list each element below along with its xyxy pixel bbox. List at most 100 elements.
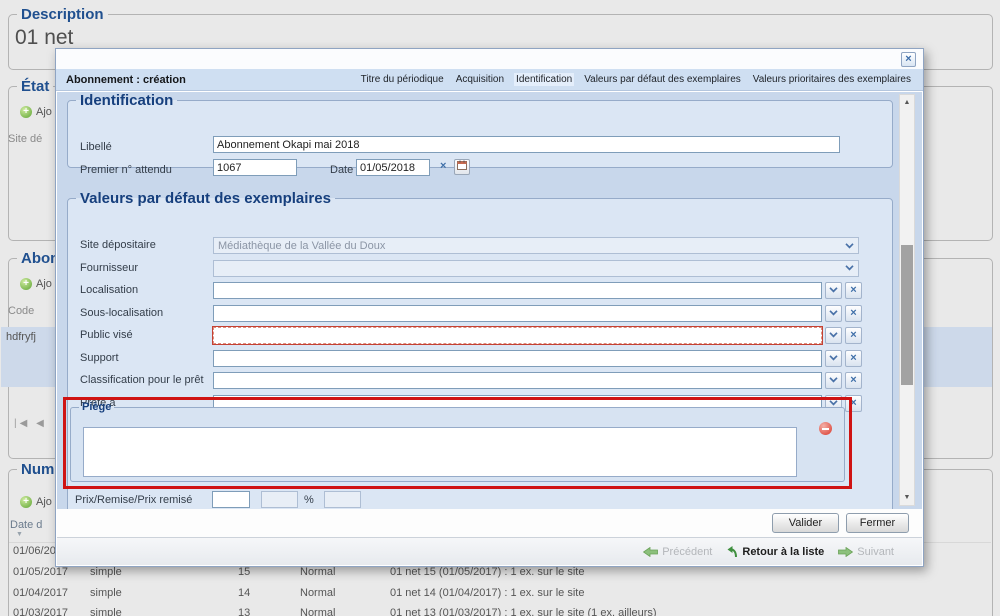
combo-select-disabled[interactable] [213, 260, 859, 277]
scroll-down-icon[interactable]: ▼ [900, 490, 914, 505]
modal-nav-link[interactable]: Valeurs par défaut des exemplaires [582, 73, 743, 86]
piege-textarea[interactable] [83, 427, 797, 477]
libelle-input[interactable] [213, 136, 840, 153]
combo-select-disabled[interactable]: Médiathèque de la Vallée du Doux [213, 237, 859, 254]
combo-clear-button[interactable]: × [845, 350, 862, 367]
identification-fieldset: Identification Libellé Premier n° attend… [67, 92, 893, 168]
numeros-add-button[interactable]: + Ajo [20, 496, 52, 508]
field-label: Classification pour le prêt [80, 372, 204, 389]
field-label: Public visé [80, 327, 133, 344]
combo-input[interactable] [213, 282, 822, 299]
combo-input[interactable] [213, 305, 822, 322]
prix-remise-input[interactable] [324, 491, 361, 508]
scroll-up-icon[interactable]: ▲ [900, 95, 914, 110]
table-cell: Normal [300, 607, 335, 616]
plus-icon: + [20, 496, 32, 508]
combo-clear-button[interactable]: × [845, 327, 862, 344]
plus-icon: + [20, 278, 32, 290]
modal-nav-link[interactable]: Titre du périodique [359, 73, 446, 86]
combo-dropdown-button[interactable] [825, 305, 842, 322]
combo-input[interactable] [213, 350, 822, 367]
description-section-title: Description [17, 6, 108, 23]
close-button[interactable]: Fermer [846, 513, 909, 533]
table-cell: 01/04/2017 [13, 587, 68, 599]
prix-input[interactable] [212, 491, 250, 508]
periodical-title-text: 01 net [15, 26, 73, 50]
modal-nav-link[interactable]: Acquisition [454, 73, 506, 86]
etat-section-title: État [17, 78, 53, 95]
table-cell: 01/03/2017 [13, 607, 68, 616]
chevron-down-icon [829, 355, 838, 361]
calendar-icon[interactable] [454, 159, 470, 175]
arrow-left-icon [643, 547, 658, 557]
red-annotation-box: Piège [63, 397, 852, 489]
dialog-titlebar: Abonnement : création Titre du périodiqu… [56, 69, 923, 91]
sort-desc-icon[interactable]: ▼ [16, 531, 23, 538]
code-column-label: Code [8, 305, 34, 317]
premier-numero-label: Premier n° attendu [80, 162, 172, 179]
close-icon[interactable]: × [901, 52, 916, 67]
numeros-add-label: Ajo [36, 496, 52, 508]
chevron-down-icon [845, 240, 854, 252]
table-cell: 01/05/2017 [13, 566, 68, 578]
date-input[interactable] [356, 159, 430, 176]
table-cell: simple [90, 566, 122, 578]
chevron-down-icon [845, 262, 854, 274]
libelle-label: Libellé [80, 139, 112, 156]
table-cell: simple [90, 587, 122, 599]
combo-dropdown-button[interactable] [825, 282, 842, 299]
percent-label: % [304, 494, 314, 506]
etat-site-column-label: Site dé [8, 133, 42, 145]
remise-input[interactable] [261, 491, 298, 508]
combo-dropdown-button[interactable] [825, 372, 842, 389]
chevron-down-icon [829, 287, 838, 293]
combo-clear-button[interactable]: × [845, 282, 862, 299]
combo-clear-button[interactable]: × [845, 372, 862, 389]
first-page-icon[interactable]: |◀ [14, 418, 30, 429]
modal-nav-link[interactable]: Identification [514, 73, 574, 86]
return-arrow-icon [726, 545, 738, 558]
next-link[interactable]: Suivant [838, 546, 894, 558]
arrow-right-icon [838, 547, 853, 557]
prev-page-icon[interactable]: ◀ [36, 418, 47, 429]
date-clear-icon[interactable]: × [440, 160, 446, 172]
prix-label: Prix/Remise/Prix remisé [75, 494, 192, 506]
table-cell: 13 [238, 607, 250, 616]
abonnement-add-button[interactable]: + Ajo [20, 278, 52, 290]
dialog-footer: Précédent Retour à la liste Suivant [57, 537, 922, 565]
etat-add-label: Ajo [36, 106, 52, 118]
field-label: Sous-localisation [80, 305, 163, 322]
combo-input[interactable] [213, 327, 822, 344]
combo-row: Support× [68, 350, 892, 368]
dialog-title: Abonnement : création [66, 74, 186, 86]
table-cell: Normal [300, 587, 335, 599]
back-to-list-link[interactable]: Retour à la liste [726, 545, 824, 558]
combo-row: Fournisseur [68, 260, 892, 278]
combo-row: Sous-localisation × [68, 305, 892, 323]
table-row: 01/05/2017simple15Normal01 net 15 (01/05… [0, 566, 1000, 582]
modal-nav: Titre du périodique Acquisition Identifica… [359, 73, 913, 86]
dialog-content: Identification Libellé Premier n° attend… [57, 92, 922, 509]
chevron-down-icon [829, 332, 838, 338]
back-to-list-label: Retour à la liste [742, 546, 824, 558]
piege-fieldset: Piège [70, 401, 845, 482]
combo-row: Classification pour le prêt × [68, 372, 892, 390]
remove-icon[interactable] [819, 422, 832, 435]
table-row: 01/03/2017simple13Normal01 net 13 (01/03… [0, 607, 1000, 616]
scrollbar-thumb[interactable] [901, 245, 913, 385]
previous-link[interactable]: Précédent [643, 546, 712, 558]
premier-numero-input[interactable] [213, 159, 297, 176]
modal-nav-link[interactable]: Valeurs prioritaires des exemplaires [751, 73, 913, 86]
combo-dropdown-button[interactable] [825, 327, 842, 344]
combo-dropdown-button[interactable] [825, 350, 842, 367]
dialog-button-bar: Valider Fermer [57, 509, 922, 537]
validate-button[interactable]: Valider [772, 513, 839, 533]
field-label: Site dépositaire [80, 237, 156, 254]
combo-clear-button[interactable]: × [845, 305, 862, 322]
date-column-header[interactable]: Date d [10, 519, 42, 531]
etat-add-button[interactable]: + Ajo [20, 106, 52, 118]
combo-input[interactable] [213, 372, 822, 389]
next-label: Suivant [857, 546, 894, 558]
scrollbar[interactable]: ▲ ▼ [899, 94, 915, 506]
pager: |◀ ◀ [14, 418, 47, 429]
